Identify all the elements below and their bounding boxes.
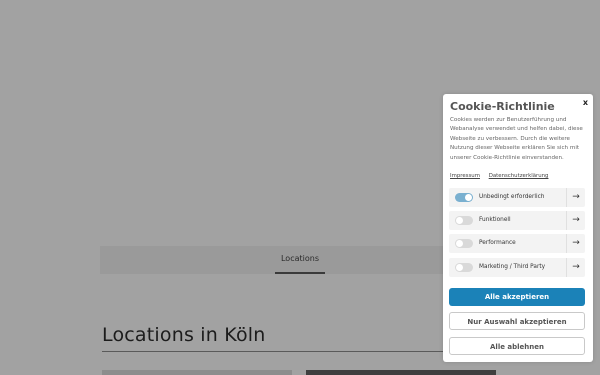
arrow-right-icon[interactable]: → (566, 234, 585, 253)
accept-all-button[interactable]: Alle akzeptieren (449, 288, 585, 306)
tab-locations[interactable]: Locations (275, 246, 325, 274)
cookie-consent-panel: x Cookie-Richtlinie Cookies werden zur B… (443, 94, 593, 362)
arrow-right-icon[interactable]: → (566, 188, 585, 207)
option-label: Unbedingt erforderlich (479, 194, 545, 200)
cookie-links: Impressum Datenschutzerklärung (450, 173, 555, 179)
location-image[interactable] (306, 370, 496, 375)
cookie-description: Cookies werden zur Benutzerführung und W… (450, 117, 583, 161)
toggle-functional[interactable] (455, 216, 473, 225)
cookie-title: Cookie-Richtlinie (450, 100, 555, 113)
location-image[interactable] (102, 370, 292, 375)
reject-all-button[interactable]: Alle ablehnen (449, 337, 585, 355)
tab-bar: Locations (100, 246, 500, 274)
option-required[interactable]: Unbedingt erforderlich → (449, 188, 585, 207)
accept-selection-button[interactable]: Nur Auswahl akzeptieren (449, 312, 585, 330)
option-performance[interactable]: Performance → (449, 234, 585, 253)
link-datenschutz[interactable]: Datenschutzerklärung (489, 173, 549, 179)
page-title: Locations in Köln (102, 324, 266, 346)
close-icon[interactable]: x (583, 98, 588, 107)
toggle-performance[interactable] (455, 239, 473, 248)
arrow-right-icon[interactable]: → (566, 258, 585, 277)
toggle-required[interactable] (455, 193, 473, 202)
toggle-marketing[interactable] (455, 263, 473, 272)
title-divider (102, 351, 500, 352)
arrow-right-icon[interactable]: → (566, 211, 585, 230)
option-label: Funktionell (479, 217, 511, 223)
option-marketing[interactable]: Marketing / Third Party → (449, 258, 585, 277)
option-functional[interactable]: Funktionell → (449, 211, 585, 230)
option-label: Performance (479, 240, 516, 246)
link-impressum[interactable]: Impressum (450, 173, 480, 179)
option-label: Marketing / Third Party (479, 264, 546, 270)
